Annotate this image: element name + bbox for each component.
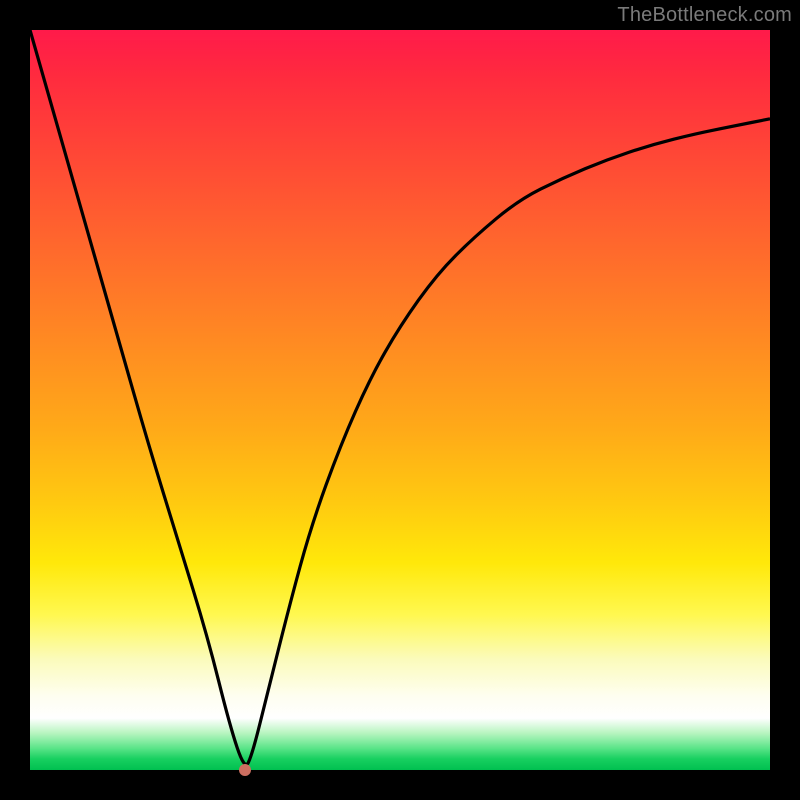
- optimal-point-marker: [239, 764, 251, 776]
- watermark-label: TheBottleneck.com: [617, 4, 792, 27]
- bottleneck-curve: [30, 30, 770, 770]
- plot-area: [30, 30, 770, 770]
- chart-frame: TheBottleneck.com: [0, 0, 800, 800]
